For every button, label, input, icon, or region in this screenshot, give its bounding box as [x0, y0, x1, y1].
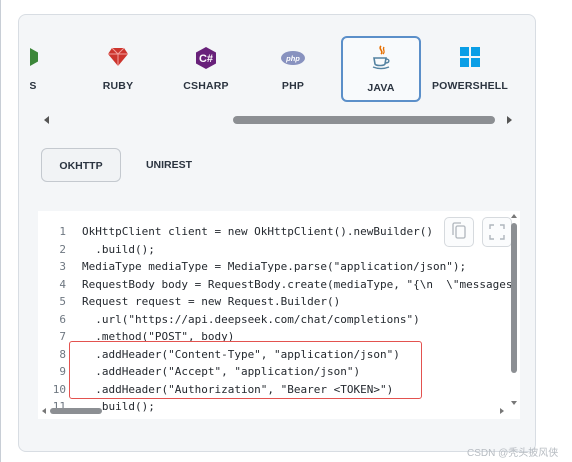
code-text: OkHttpClient client = new OkHttpClient()… [82, 225, 433, 238]
code-text: MediaType mediaType = MediaType.parse("a… [82, 260, 467, 273]
code-line: 6 .url("https://api.deepseek.com/chat/co… [38, 311, 420, 328]
line-number: 4 [59, 277, 66, 291]
highlight-box [69, 341, 422, 399]
line-number: 5 [59, 295, 66, 308]
code-text: .url("https://api.deepseek.com/chat/comp… [82, 312, 420, 326]
lang-label: PHP [281, 80, 305, 92]
java-icon [372, 45, 390, 70]
ruby-icon [108, 47, 128, 66]
nodejs-icon [30, 48, 38, 66]
code-horizontal-scrollbar[interactable] [38, 407, 508, 417]
scrollbar-thumb[interactable] [233, 116, 495, 124]
language-selector: JS RUBY C# CSHARP php PHP JAVA [30, 30, 520, 110]
line-number: 9 [59, 365, 66, 378]
scroll-up-arrow-icon[interactable] [511, 214, 517, 218]
copy-icon [452, 222, 466, 239]
watermark: CSDN @秃头披风侠 [467, 448, 559, 459]
lang-label: RUBY [102, 80, 134, 92]
scroll-right-arrow-icon[interactable] [507, 116, 512, 124]
lang-tab-java[interactable]: JAVA [341, 36, 421, 102]
windows-icon [460, 47, 480, 67]
code-line: 4 RequestBody body = RequestBody.create(m… [38, 276, 512, 293]
scroll-left-arrow-icon[interactable] [44, 116, 49, 124]
scroll-left-arrow-icon[interactable] [42, 408, 46, 414]
tab-unirest[interactable]: UNIREST [134, 148, 204, 182]
code-line: 1 OkHttpClient client = new OkHttpClient(… [38, 223, 433, 240]
left-border [0, 0, 1, 462]
lang-label: JS [30, 80, 37, 92]
lang-label: POWERSHELL [431, 80, 509, 92]
language-scrollbar[interactable] [38, 113, 518, 127]
line-number: 7 [59, 330, 66, 343]
lang-tab-csharp[interactable]: C# CSHARP [166, 36, 246, 102]
copy-button[interactable] [444, 217, 474, 247]
lang-tab-ruby[interactable]: RUBY [78, 36, 158, 102]
lang-tab-js[interactable]: JS [30, 36, 70, 102]
php-icon: php [281, 51, 305, 65]
scrollbar-thumb[interactable] [511, 223, 517, 373]
lang-tab-powershell[interactable]: POWERSHELL [430, 36, 510, 102]
line-number: 10 [52, 382, 66, 396]
code-line: 5 Request request = new Request.Builder() [38, 293, 340, 310]
line-number: 6 [59, 312, 66, 326]
lang-tab-php[interactable]: php PHP [253, 36, 333, 102]
code-text: Request request = new Request.Builder() [82, 295, 341, 308]
scrollbar-thumb[interactable] [50, 408, 102, 414]
line-number: 3 [59, 260, 66, 273]
line-number: 8 [59, 347, 66, 361]
scroll-right-arrow-icon[interactable] [500, 408, 504, 414]
code-vertical-scrollbar[interactable] [508, 211, 520, 411]
scroll-down-arrow-icon[interactable] [511, 401, 517, 405]
code-text: .build(); [82, 242, 155, 256]
fullscreen-icon [489, 224, 505, 240]
code-line: 3 MediaType mediaType = MediaType.parse("… [38, 258, 466, 275]
csharp-icon: C# [196, 47, 216, 69]
line-number: 2 [59, 242, 66, 256]
lang-label: CSHARP [183, 80, 229, 92]
code-line: 2 .build(); [38, 241, 155, 258]
svg-text:C#: C# [199, 53, 213, 65]
line-number: 1 [59, 225, 66, 238]
lang-label: JAVA [367, 82, 395, 94]
code-text: RequestBody body = RequestBody.create(me… [82, 277, 513, 291]
tab-okhttp[interactable]: OKHTTP [41, 148, 121, 182]
svg-text:php: php [285, 54, 300, 63]
